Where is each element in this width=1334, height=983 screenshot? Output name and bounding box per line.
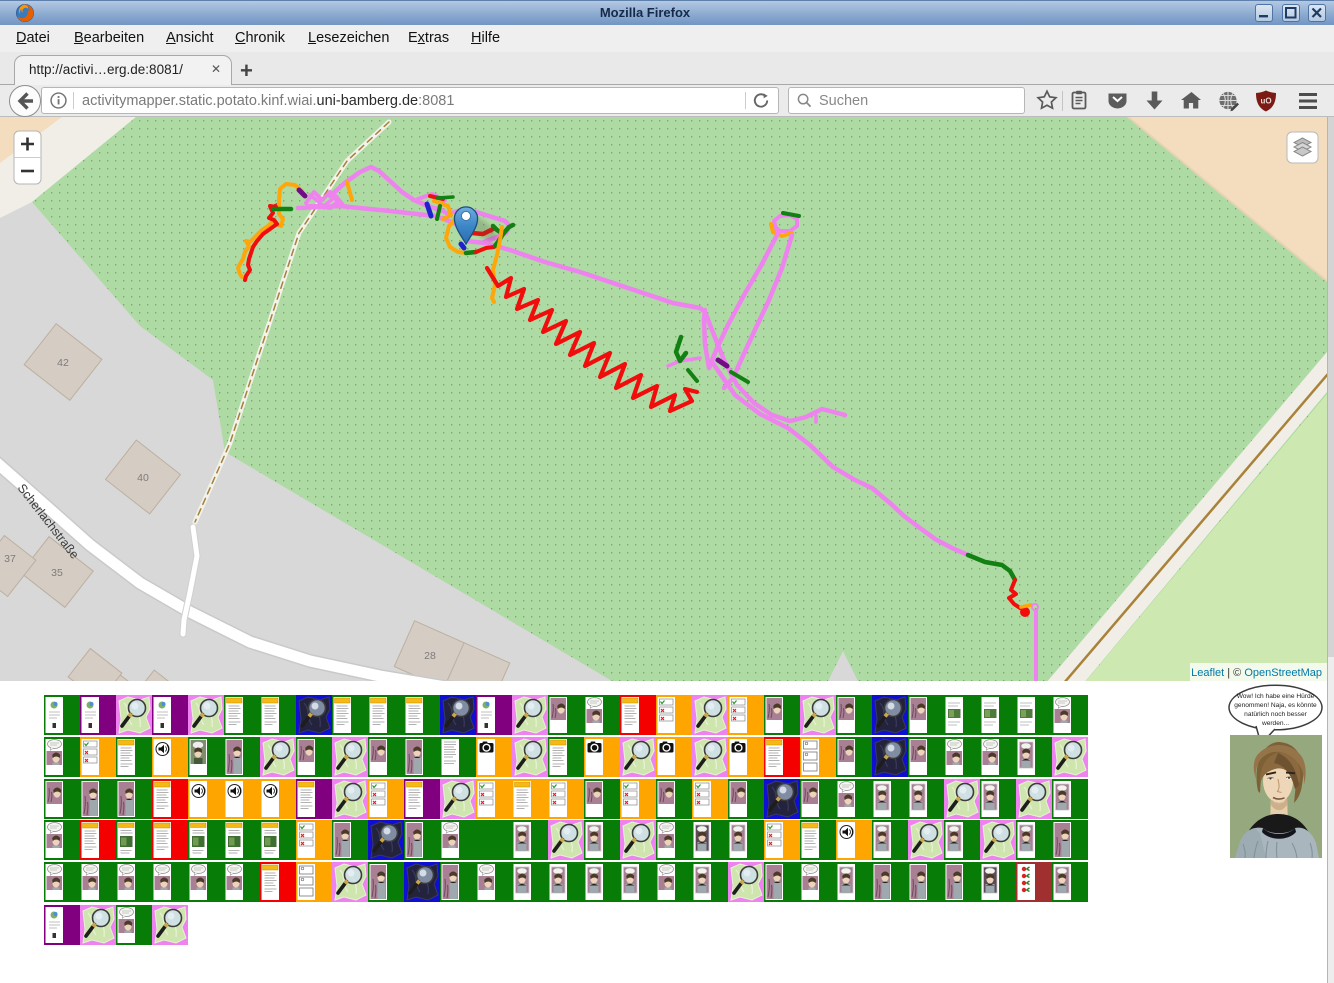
svg-text:natürlich noch besser: natürlich noch besser: [1244, 711, 1307, 718]
svg-text:28: 28: [424, 650, 436, 662]
svg-text:40: 40: [137, 472, 149, 484]
svg-text:42: 42: [57, 357, 69, 369]
svg-text:37: 37: [4, 553, 16, 565]
svg-text:Leaflet | © OpenStreetMap: Leaflet | © OpenStreetMap: [1191, 667, 1322, 679]
svg-text:uO: uO: [1260, 97, 1271, 106]
svg-text:genommen! Naja, es könnte: genommen! Naja, es könnte: [1234, 702, 1317, 709]
svg-text:35: 35: [51, 567, 63, 579]
svg-text:werden...: werden...: [1261, 720, 1289, 727]
svg-text:Wow! Ich habe eine Hürde: Wow! Ich habe eine Hürde: [1237, 693, 1315, 700]
svg-text:26: 26: [469, 680, 481, 681]
